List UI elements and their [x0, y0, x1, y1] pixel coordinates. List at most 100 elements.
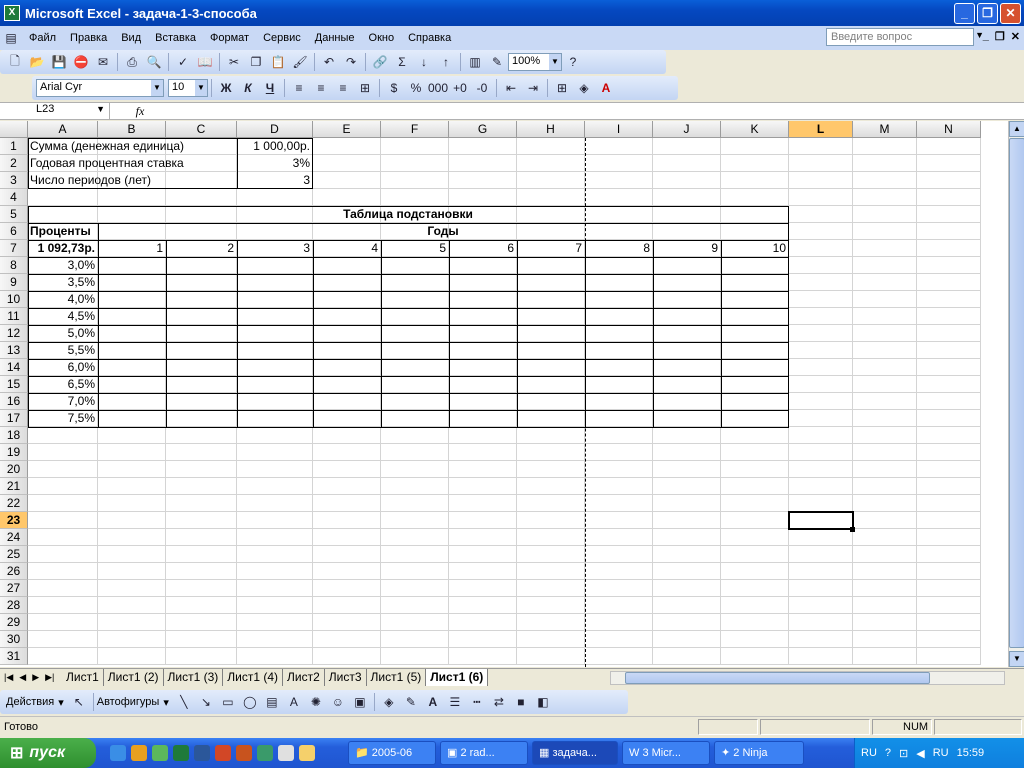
back-icon[interactable]: ◀ — [916, 747, 924, 760]
cell[interactable] — [381, 563, 449, 580]
cell[interactable] — [517, 580, 585, 597]
year-cell[interactable]: 3 — [237, 240, 313, 257]
column-header[interactable]: I — [585, 121, 653, 138]
cell[interactable] — [381, 478, 449, 495]
undo-icon[interactable]: ↶ — [319, 52, 339, 72]
cell[interactable] — [917, 138, 981, 155]
cell[interactable] — [449, 138, 517, 155]
print-preview-icon[interactable]: 🔍 — [144, 52, 164, 72]
percent-icon[interactable]: % — [406, 78, 426, 98]
column-header[interactable]: G — [449, 121, 517, 138]
cell[interactable] — [313, 172, 381, 189]
rate-cell[interactable]: 5,0% — [28, 325, 98, 342]
cell[interactable] — [28, 189, 98, 206]
cell[interactable] — [449, 410, 517, 427]
cell[interactable] — [98, 427, 166, 444]
cell[interactable] — [653, 648, 721, 665]
cell[interactable] — [449, 359, 517, 376]
cell[interactable] — [449, 648, 517, 665]
cell[interactable] — [585, 614, 653, 631]
cell[interactable] — [381, 512, 449, 529]
cell-label[interactable]: Число периодов (лет) — [28, 172, 237, 189]
cell[interactable] — [237, 342, 313, 359]
row-header[interactable]: 2 — [0, 155, 28, 172]
cell[interactable] — [449, 325, 517, 342]
cell[interactable] — [585, 444, 653, 461]
decrease-indent-icon[interactable]: ⇤ — [501, 78, 521, 98]
cell[interactable] — [166, 563, 237, 580]
cell[interactable] — [313, 478, 381, 495]
cell[interactable] — [721, 427, 789, 444]
row-header[interactable]: 3 — [0, 172, 28, 189]
row-header[interactable]: 7 — [0, 240, 28, 257]
cell[interactable] — [585, 189, 653, 206]
cell[interactable] — [381, 427, 449, 444]
cell[interactable] — [917, 648, 981, 665]
row-header[interactable]: 4 — [0, 189, 28, 206]
cell[interactable] — [313, 359, 381, 376]
sheet-tab[interactable]: Лист1 — [62, 669, 104, 686]
cell[interactable] — [789, 359, 853, 376]
drawing-icon[interactable]: ✎ — [487, 52, 507, 72]
thousands-icon[interactable]: 000 — [428, 78, 448, 98]
cell-label[interactable]: Сумма (денежная единица) — [28, 138, 237, 155]
language-icon[interactable]: RU — [933, 747, 949, 759]
currency-icon[interactable]: $ — [384, 78, 404, 98]
rate-cell[interactable]: 3,5% — [28, 274, 98, 291]
cell-value[interactable]: 3 — [237, 172, 313, 189]
arrow-icon[interactable]: ↘ — [196, 692, 216, 712]
sheet-tab[interactable]: Лист2 — [283, 669, 325, 686]
row-header[interactable]: 9 — [0, 274, 28, 291]
cell[interactable] — [237, 376, 313, 393]
cell[interactable] — [585, 546, 653, 563]
help-icon[interactable]: ? — [563, 52, 583, 72]
menu-data[interactable]: Данные — [308, 32, 362, 44]
menu-insert[interactable]: Вставка — [148, 32, 203, 44]
rate-cell[interactable]: 5,5% — [28, 342, 98, 359]
rate-cell[interactable]: 3,0% — [28, 257, 98, 274]
cell[interactable] — [917, 614, 981, 631]
cell[interactable] — [313, 308, 381, 325]
row-header[interactable]: 16 — [0, 393, 28, 410]
cell[interactable] — [721, 393, 789, 410]
restore-button[interactable]: ❐ — [977, 3, 998, 24]
year-cell[interactable]: 8 — [585, 240, 653, 257]
cell[interactable] — [789, 223, 853, 240]
row-header[interactable]: 18 — [0, 427, 28, 444]
row-header[interactable]: 24 — [0, 529, 28, 546]
cell[interactable] — [853, 257, 917, 274]
cell[interactable] — [166, 648, 237, 665]
cell[interactable] — [721, 461, 789, 478]
cell[interactable] — [313, 291, 381, 308]
cell[interactable] — [381, 308, 449, 325]
cell[interactable] — [789, 495, 853, 512]
cell[interactable] — [585, 597, 653, 614]
cell[interactable] — [585, 648, 653, 665]
cell[interactable] — [449, 614, 517, 631]
cell[interactable] — [166, 427, 237, 444]
cell[interactable] — [313, 580, 381, 597]
fill-color-icon[interactable]: ◈ — [379, 692, 399, 712]
cell[interactable] — [721, 155, 789, 172]
cell[interactable] — [721, 444, 789, 461]
cell[interactable] — [789, 155, 853, 172]
row-header[interactable]: 13 — [0, 342, 28, 359]
cell[interactable] — [517, 614, 585, 631]
cell[interactable] — [28, 546, 98, 563]
sort-desc-icon[interactable]: ↑ — [436, 52, 456, 72]
column-header[interactable]: L — [789, 121, 853, 138]
cell[interactable] — [381, 444, 449, 461]
cell[interactable] — [28, 529, 98, 546]
cell[interactable] — [449, 376, 517, 393]
cell[interactable] — [381, 580, 449, 597]
oval-icon[interactable]: ◯ — [240, 692, 260, 712]
cell[interactable] — [721, 342, 789, 359]
sheet-tab[interactable]: Лист1 (2) — [104, 669, 164, 686]
cell[interactable] — [98, 546, 166, 563]
column-header[interactable]: H — [517, 121, 585, 138]
row-header[interactable]: 14 — [0, 359, 28, 376]
next-sheet-icon[interactable]: ▶ — [32, 672, 39, 683]
cell[interactable] — [313, 648, 381, 665]
cell[interactable] — [98, 648, 166, 665]
start-button[interactable]: ⊞ пуск — [0, 738, 96, 768]
